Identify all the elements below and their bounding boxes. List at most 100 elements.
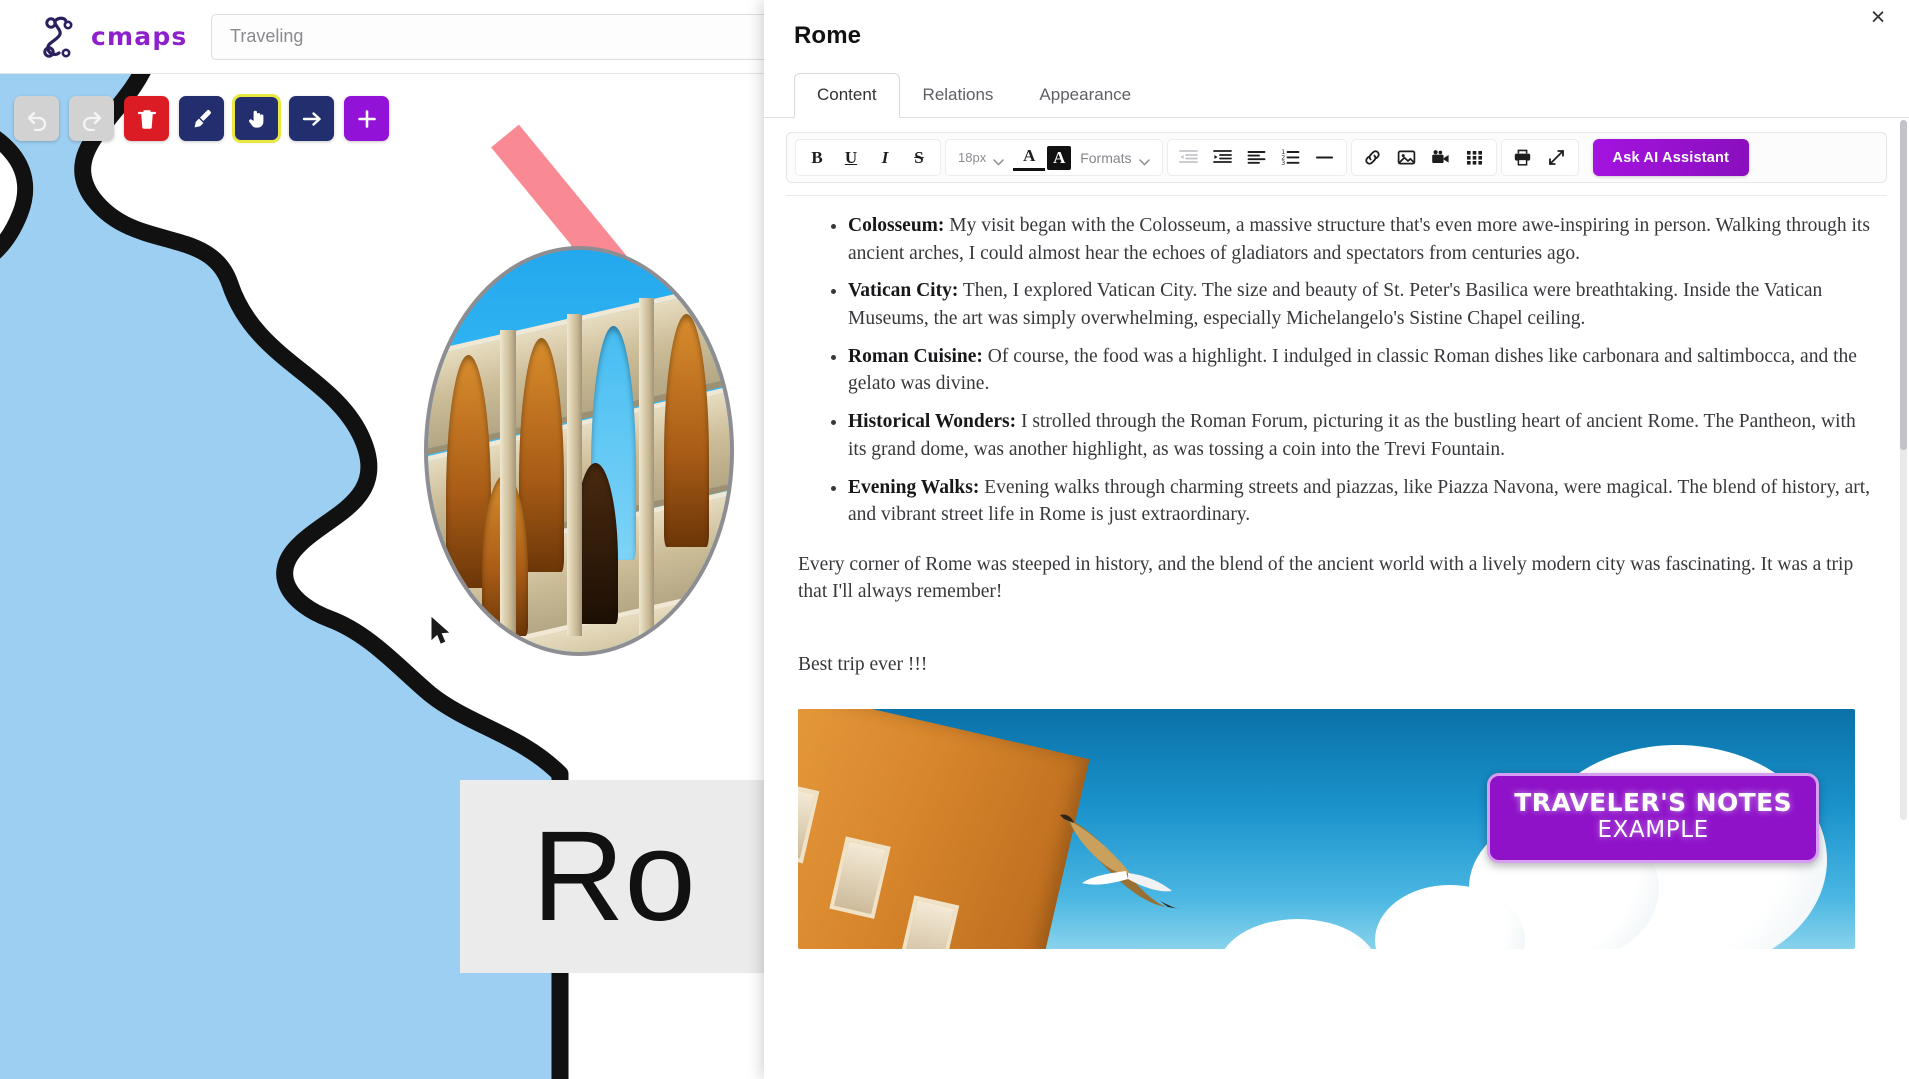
font-size-select[interactable]: 18px [951,142,1011,173]
strikethrough-icon[interactable]: S [903,142,935,173]
colosseum-column [566,314,582,636]
bold-icon[interactable]: B [801,142,833,173]
seagull-icon [1056,813,1206,909]
underline-icon[interactable]: U [835,142,867,173]
toolbar-group-style: B U I S [795,139,941,176]
list-item: Roman Cuisine: Of course, the food was a… [848,343,1877,398]
list-item-term: Vatican City: [848,280,959,302]
connect-button[interactable] [289,96,334,141]
align-left-icon [1247,148,1266,167]
tab-relations[interactable]: Relations [900,73,1017,118]
ask-ai-assistant-button[interactable]: Ask AI Assistant [1592,139,1750,176]
align-button[interactable] [1241,142,1273,173]
insert-video-button[interactable] [1425,142,1457,173]
horizontal-rule-icon [1315,148,1334,167]
add-node-button[interactable] [344,96,389,141]
node-detail-panel: Rome × Content Relations Appearance B U … [764,0,1909,1079]
select-button[interactable] [232,94,281,143]
list-item-term: Historical Wonders: [848,411,1017,433]
editor-content[interactable]: Colosseum: My visit began with the Colos… [786,195,1887,1079]
ordered-list-icon: 123 [1281,148,1300,167]
media-window [798,780,820,863]
printer-icon [1513,148,1532,167]
image-icon [1397,148,1416,167]
canvas-node-colosseum-image[interactable] [424,246,734,656]
list-item-text: Then, I explored Vatican City. The size … [848,280,1823,330]
media-window [829,836,891,919]
formats-label: Formats [1080,149,1132,166]
list-item-text: Evening walks through charming streets a… [848,476,1871,526]
numbered-list-button[interactable]: 123 [1275,142,1307,173]
canvas-node-text[interactable]: Ro [460,780,795,973]
list-item-term: Colosseum: [848,215,945,236]
indent-icon [1213,148,1232,167]
panel-tabs: Content Relations Appearance [764,72,1909,118]
panel-scrollbar[interactable] [1900,120,1907,820]
hand-icon [245,107,269,131]
tab-content[interactable]: Content [794,73,900,118]
colosseum-column [639,298,655,636]
table-icon [1465,148,1484,167]
horizontal-rule-button[interactable] [1309,142,1341,173]
tab-appearance[interactable]: Appearance [1016,73,1154,118]
list-item: Vatican City: Then, I explored Vatican C… [848,277,1877,332]
print-button[interactable] [1507,142,1539,173]
pointer-arrow-icon [430,616,454,652]
outdent-button[interactable] [1173,142,1205,173]
fullscreen-icon [1547,148,1566,167]
paint-button[interactable] [179,96,224,141]
brand-name: cmaps [91,22,188,51]
list-item-term: Evening Walks: [848,476,980,498]
outdent-icon [1179,148,1198,167]
embedded-image[interactable]: TRAVELER'S NOTES EXAMPLE [798,708,1855,949]
brand[interactable]: cmaps [0,15,208,59]
notes-closing: Best trip ever !!! [798,653,928,675]
italic-icon[interactable]: I [869,142,901,173]
toolbar-group-font: 18px A A Formats [945,139,1163,176]
delete-button[interactable] [124,96,169,141]
arrow-right-icon [300,107,324,131]
text-color-icon[interactable]: A [1013,145,1046,171]
canvas-toolbar [14,94,389,143]
font-size-value: 18px [958,150,987,165]
panel-scrollbar-thumb[interactable] [1900,120,1907,450]
list-item: Evening Walks: Evening walks through cha… [848,474,1877,529]
chevron-down-icon [993,154,1004,166]
list-item: Colosseum: My visit began with the Colos… [848,212,1877,267]
notes-paragraph: Every corner of Rome was steeped in hist… [798,553,1854,602]
notes-bullet-list: Colosseum: My visit began with the Colos… [796,212,1877,529]
insert-image-button[interactable] [1391,142,1423,173]
list-item-text: Of course, the food was a highlight. I i… [848,345,1857,395]
list-item: Historical Wonders: I strolled through t… [848,408,1877,463]
panel-header: Rome × [764,0,1909,50]
insert-link-button[interactable] [1357,142,1389,173]
badge-line-1: TRAVELER'S NOTES [1514,787,1792,817]
badge-line-2: EXAMPLE [1597,816,1709,843]
connected-nodes-logo-icon [38,15,80,59]
media-window [897,894,960,949]
fullscreen-button[interactable] [1541,142,1573,173]
svg-text:3: 3 [1281,160,1285,167]
link-icon [1363,148,1382,167]
list-item-term: Roman Cuisine: [848,345,983,367]
insert-table-button[interactable] [1459,142,1491,173]
video-icon [1431,148,1450,167]
close-icon[interactable]: × [1855,0,1901,40]
redo-button[interactable] [69,96,114,141]
undo-icon [25,107,49,131]
chevron-down-icon [1138,154,1150,166]
toolbar-group-insert [1350,139,1497,176]
panel-title: Rome [794,22,862,49]
list-item-text: My visit began with the Colosseum, a mas… [848,215,1870,264]
brush-icon [190,107,214,131]
background-color-icon[interactable]: A [1047,145,1072,170]
toolbar-group-output [1500,139,1579,176]
editor-toolbar: B U I S 18px A A Formats 1 2 3 Ask AI As… [786,132,1887,183]
redo-icon [80,107,104,131]
plus-icon [355,107,379,131]
colosseum-column [500,330,516,644]
formats-select[interactable]: Formats [1073,142,1156,173]
undo-button[interactable] [14,96,59,141]
canvas-node-text-label: Ro [532,804,696,948]
indent-button[interactable] [1207,142,1239,173]
